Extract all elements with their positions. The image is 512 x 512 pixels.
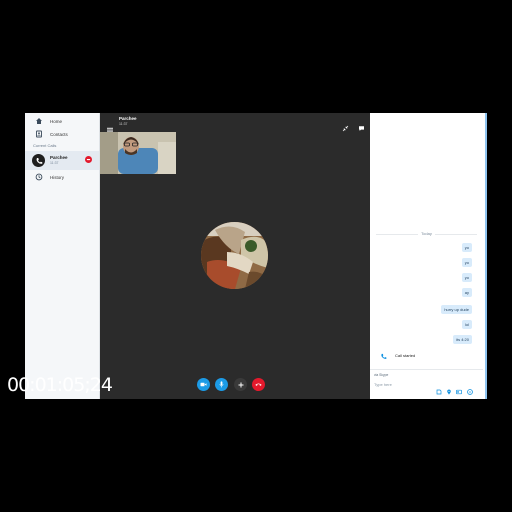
sidebar-item-label: History: [50, 174, 65, 180]
chat-message: hurry up dude: [441, 305, 472, 314]
call-contact-name: Parchee: [119, 116, 137, 121]
mute-button[interactable]: [215, 378, 228, 391]
file-icon[interactable]: [436, 382, 442, 395]
call-duration: 11:37: [119, 122, 128, 126]
location-icon[interactable]: [446, 382, 452, 395]
current-call-name: Parchee: [50, 155, 68, 160]
history-icon: [35, 173, 43, 181]
current-call-time: 11:37: [50, 161, 59, 165]
sidebar-item-history[interactable]: History: [25, 171, 99, 183]
call-view: Parchee 11:37: [100, 113, 370, 399]
section-label: Current Calls: [33, 143, 57, 148]
chat-message: yo: [461, 258, 472, 267]
minimize-icon[interactable]: [342, 119, 349, 137]
home-icon: [35, 117, 43, 125]
current-call-item[interactable]: Parchee 11:37: [25, 151, 99, 170]
hang-up-button[interactable]: [252, 378, 265, 391]
message-input[interactable]: Type here: [374, 382, 392, 387]
plus-icon: [238, 382, 243, 387]
date-separator: Today: [370, 231, 483, 236]
chat-message: yo: [461, 273, 472, 282]
call-started-event: Call started: [380, 353, 480, 361]
sidebar-item-contacts[interactable]: Contacts: [25, 128, 99, 140]
sidebar-item-label: Home: [50, 118, 63, 124]
end-call-icon[interactable]: [85, 156, 92, 163]
chat-message: lol: [461, 320, 472, 329]
self-view-video: [100, 132, 176, 174]
via-skype-label: via Skype: [374, 373, 389, 377]
chat-message: yo: [461, 243, 472, 252]
chat-icon[interactable]: [358, 119, 365, 137]
contact-card-icon[interactable]: [456, 382, 462, 395]
timecode-overlay: 00:01:05;24: [7, 374, 113, 396]
contacts-icon: [35, 130, 43, 138]
sidebar-item-home[interactable]: Home: [25, 115, 99, 127]
sidebar: Home Contacts Current Calls Parchee 11:3…: [25, 113, 100, 399]
emoji-icon[interactable]: [467, 382, 473, 395]
remote-video: [201, 222, 268, 289]
skype-window: Home Contacts Current Calls Parchee 11:3…: [25, 113, 487, 399]
chat-message: ay: [461, 288, 472, 297]
chat-message: its 4:20: [453, 335, 472, 344]
microphone-icon: [219, 381, 224, 388]
phone-icon: [381, 353, 387, 359]
call-started-label: Call started: [395, 353, 416, 358]
message-compose-area: via Skype Type here: [370, 369, 483, 399]
video-toggle-button[interactable]: [197, 378, 210, 391]
sidebar-item-label: Contacts: [50, 131, 68, 137]
add-participant-button[interactable]: [234, 378, 247, 391]
phone-avatar-icon: [32, 154, 45, 167]
hang-up-icon: [255, 383, 262, 386]
video-camera-icon: [200, 382, 207, 387]
chat-panel: Today yo yo yo ay hurry up dude lol its …: [370, 113, 487, 399]
